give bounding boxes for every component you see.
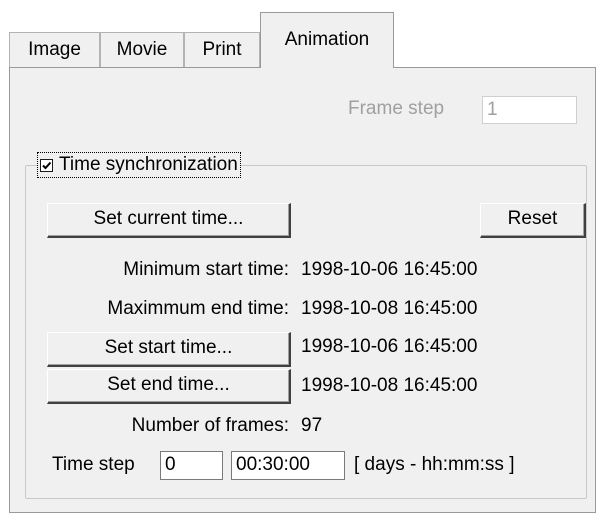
time-sync-label: Time synchronization xyxy=(59,154,238,175)
tab-image-label: Image xyxy=(28,39,81,60)
tab-animation-label: Animation xyxy=(284,29,370,50)
frame-step-input[interactable]: 1 xyxy=(482,96,577,124)
time-step-format-hint: [ days - hh:mm:ss ] xyxy=(354,454,515,475)
checkbox-check-icon xyxy=(40,158,53,172)
reset-button[interactable]: Reset xyxy=(480,203,586,238)
time-step-days-input[interactable]: 0 xyxy=(160,451,223,480)
min-start-label: Minimum start time: xyxy=(123,259,289,280)
tab-print[interactable]: Print xyxy=(184,32,260,68)
tab-animation[interactable]: Animation xyxy=(260,12,394,68)
max-end-label: Maximmum end time: xyxy=(107,298,289,319)
set-end-time-label: Set end time... xyxy=(107,374,230,395)
reset-label: Reset xyxy=(507,208,558,229)
frame-step-label: Frame step xyxy=(348,98,445,119)
set-current-time-label: Set current time... xyxy=(93,208,244,229)
max-end-value: 1998-10-08 16:45:00 xyxy=(301,298,478,319)
tab-bar: Image Movie Print Animation xyxy=(0,0,608,68)
time-step-label: Time step xyxy=(52,454,135,475)
set-start-time-label: Set start time... xyxy=(104,337,233,358)
tab-movie-label: Movie xyxy=(116,39,168,60)
tab-image[interactable]: Image xyxy=(9,32,100,68)
frame-step-value: 1 xyxy=(487,99,498,120)
min-start-value: 1998-10-06 16:45:00 xyxy=(301,259,478,280)
tab-print-label: Print xyxy=(202,39,242,60)
end-time-value: 1998-10-08 16:45:00 xyxy=(301,375,478,396)
set-start-time-button[interactable]: Set start time... xyxy=(47,332,291,367)
set-current-time-button[interactable]: Set current time... xyxy=(47,203,291,238)
set-end-time-button[interactable]: Set end time... xyxy=(47,369,291,404)
time-step-days-value: 0 xyxy=(165,454,176,475)
tab-movie[interactable]: Movie xyxy=(100,32,184,68)
start-time-value: 1998-10-06 16:45:00 xyxy=(301,336,478,357)
time-sync-checkbox[interactable]: Time synchronization xyxy=(37,152,241,178)
time-step-hms-input[interactable]: 00:30:00 xyxy=(231,451,345,480)
frames-label: Number of frames: xyxy=(131,415,289,436)
animation-panel: Frame step 1 Time synchronization Set cu… xyxy=(9,67,596,513)
frames-value: 97 xyxy=(301,415,323,436)
time-step-hms-value: 00:30:00 xyxy=(236,454,310,475)
